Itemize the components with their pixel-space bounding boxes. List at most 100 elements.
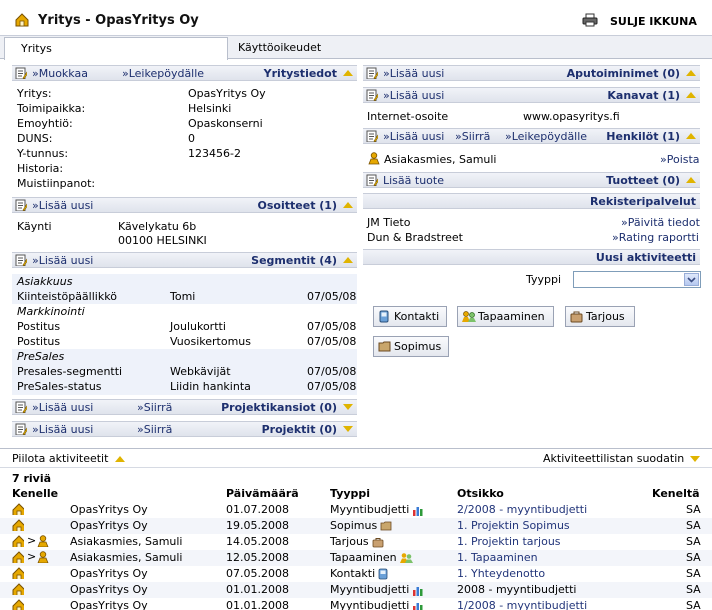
table-row[interactable]: OpasYritys Oy 19.05.2008 Sopimus 1. Projekt… [0, 518, 712, 534]
company-icon [12, 583, 26, 598]
arrow-icon: > [27, 550, 37, 563]
projektit-bar: »Lisää uusi »Siirrä Projektit (0) [12, 421, 357, 437]
collapse-icon[interactable] [343, 202, 353, 208]
remove-person-link[interactable]: »Poista [660, 153, 700, 166]
move-link[interactable]: »Siirrä [137, 401, 172, 414]
field-row: Yritys: [17, 87, 52, 100]
clipboard-link[interactable]: »Leikepöydälle [505, 130, 587, 143]
add-product-link[interactable]: Lisää tuote [383, 174, 444, 187]
col-header-otsikko[interactable]: Otsikko [457, 487, 504, 500]
add-channel-link[interactable]: »Lisää uusi [383, 89, 444, 102]
field-value: Opaskonserni [188, 117, 263, 130]
tab-bar: Yritys Käyttöoikeudet [0, 36, 712, 60]
close-window-button[interactable]: SULJE IKKUNA [610, 15, 697, 28]
cell-title[interactable]: 1. Tapaaminen [457, 551, 538, 564]
collapse-icon[interactable] [115, 456, 125, 462]
company-icon [12, 519, 26, 534]
hide-activities-link[interactable]: Piilota aktiviteetit [12, 452, 108, 465]
chevron-down-icon[interactable] [684, 273, 699, 286]
registry-label: Dun & Bradstreet [367, 231, 463, 244]
cell-title[interactable]: 2/2008 - myyntibudjetti [457, 503, 587, 516]
tab-kayttooikeudet[interactable]: Käyttöoikeudet [228, 37, 428, 59]
add-project-link[interactable]: »Lisää uusi [32, 423, 93, 436]
expand-icon[interactable] [343, 404, 353, 410]
segment-date: 07/05/08 [307, 380, 357, 393]
uusi-aktiviteetti-bar: Uusi aktiviteetti [363, 249, 700, 265]
add-person-link[interactable]: »Lisää uusi [383, 130, 444, 143]
tab-yritys[interactable]: Yritys [4, 37, 228, 60]
expand-icon[interactable] [343, 426, 353, 432]
clipboard-link[interactable]: »Leikepöydälle [122, 67, 204, 80]
cell-from: SA [686, 567, 701, 580]
move-link[interactable]: »Siirrä [455, 130, 490, 143]
chart-icon [413, 602, 423, 610]
collapse-icon[interactable] [686, 177, 696, 183]
company-icon [15, 13, 29, 27]
type-label: Tyyppi [526, 273, 562, 286]
section-title: Tuotteet (0) [606, 174, 680, 187]
section-title: Projektikansiot (0) [221, 401, 337, 414]
cell-title[interactable]: 1/2008 - myyntibudjetti [457, 599, 587, 610]
collapse-icon[interactable] [343, 70, 353, 76]
field-row: Muistiinpanot: [17, 177, 96, 190]
add-segment-link[interactable]: »Lisää uusi [32, 254, 93, 267]
edit-link[interactable]: »Muokkaa [32, 67, 88, 80]
table-row[interactable]: OpasYritys Oy 01.07.2008 Myyntibudjetti 2/2… [0, 502, 712, 518]
channel-label: Internet-osoite [367, 110, 449, 123]
bag-icon [570, 311, 583, 323]
table-row[interactable]: > Asiakasmies, Samuli 14.05.2008 Tarjous 1. … [0, 534, 712, 550]
person-icon [368, 152, 380, 165]
segment-group: PreSales [17, 350, 65, 363]
col-header-kenelle[interactable]: Kenelle [12, 487, 58, 500]
kontakti-button[interactable]: Kontakti [373, 306, 447, 327]
table-row[interactable]: OpasYritys Oy 07.05.2008 Kontakti 1. Yhteyd… [0, 566, 712, 582]
channel-value[interactable]: www.opasyritys.fi [523, 110, 620, 123]
segment-value: Vuosikertomus [170, 335, 251, 348]
col-header-tyyppi[interactable]: Tyyppi [330, 487, 370, 500]
cell-date: 14.05.2008 [226, 535, 289, 548]
cell-to: OpasYritys Oy [70, 519, 148, 532]
segment-date: 07/05/08 [307, 365, 357, 378]
segment-group: Markkinointi [17, 305, 85, 318]
collapse-icon[interactable] [686, 92, 696, 98]
field-value: OpasYritys Oy [188, 87, 266, 100]
add-auxname-link[interactable]: »Lisää uusi [383, 67, 444, 80]
collapse-icon[interactable] [686, 133, 696, 139]
collapse-icon[interactable] [343, 257, 353, 263]
cell-date: 01.01.2008 [226, 599, 289, 610]
expand-icon[interactable] [690, 456, 700, 462]
table-row[interactable]: OpasYritys Oy 01.01.2008 Myyntibudjetti 200… [0, 582, 712, 598]
add-address-link[interactable]: »Lisää uusi [32, 199, 93, 212]
collapse-icon[interactable] [686, 70, 696, 76]
address-line1: Kävelykatu 6b [118, 220, 197, 233]
activity-filter-link[interactable]: Aktiviteettilistan suodatin [543, 452, 684, 465]
section-title: Segmentit (4) [251, 254, 337, 267]
tarjous-button[interactable]: Tarjous [565, 306, 635, 327]
people-icon [399, 553, 413, 563]
cell-title[interactable]: 1. Yhteydenotto [457, 567, 545, 580]
address-type: Käynti [17, 220, 52, 233]
type-select[interactable] [573, 271, 701, 288]
add-folder-link[interactable]: »Lisää uusi [32, 401, 93, 414]
person-name[interactable]: Asiakasmies, Samuli [384, 153, 497, 166]
segment-value: Tomi [170, 290, 196, 303]
edit-icon [15, 67, 27, 79]
update-info-link[interactable]: »Päivitä tiedot [621, 216, 700, 229]
printer-icon[interactable] [582, 13, 598, 27]
cell-title[interactable]: 1. Projektin tarjous [457, 535, 561, 548]
cell-from: SA [686, 503, 701, 516]
cell-title[interactable]: 1. Projektin Sopimus [457, 519, 570, 532]
tapaaminen-button[interactable]: Tapaaminen [457, 306, 554, 327]
rating-report-link[interactable]: »Rating raportti [612, 231, 699, 244]
folder-icon [378, 341, 391, 352]
move-link[interactable]: »Siirrä [137, 423, 172, 436]
col-header-paivamaara[interactable]: Päivämäärä [226, 487, 299, 500]
section-title: Rekisteripalvelut [589, 195, 696, 208]
table-row[interactable]: OpasYritys Oy 01.01.2008 Myyntibudjetti 1/2… [0, 598, 712, 610]
col-header-kenelta[interactable]: Keneltä [652, 487, 700, 500]
table-row[interactable]: > Asiakasmies, Samuli 12.05.2008 Tapaaminen… [0, 550, 712, 566]
cell-date: 07.05.2008 [226, 567, 289, 580]
cell-date: 01.01.2008 [226, 583, 289, 596]
person-icon [37, 535, 49, 550]
sopimus-button[interactable]: Sopimus [373, 336, 449, 357]
